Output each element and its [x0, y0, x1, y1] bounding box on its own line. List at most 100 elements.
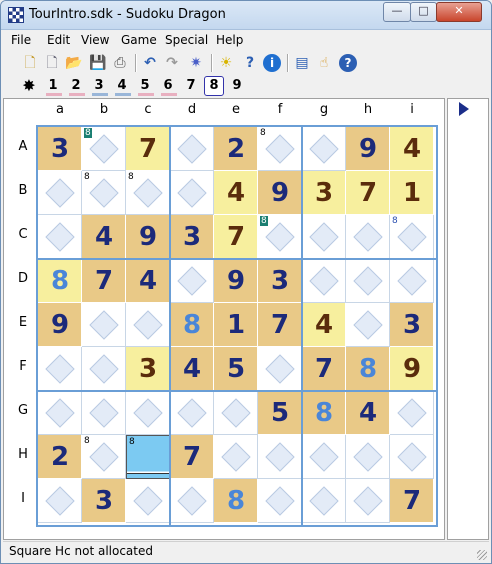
cell-Ab[interactable]: 8: [82, 127, 126, 171]
number-button-8[interactable]: 8: [204, 76, 224, 96]
number-button-5[interactable]: 5: [135, 76, 155, 96]
all-numbers-button[interactable]: ✸: [19, 76, 39, 96]
cell-Hc[interactable]: 8: [126, 435, 170, 479]
cell-Cb[interactable]: 4: [82, 215, 126, 259]
cell-Dd[interactable]: [170, 259, 214, 303]
menu-file[interactable]: File: [11, 33, 31, 47]
cell-Ge[interactable]: [214, 391, 258, 435]
menu-special[interactable]: Special: [165, 33, 208, 47]
menu-help[interactable]: Help: [216, 33, 243, 47]
cell-Ia[interactable]: [38, 479, 82, 523]
cell-Eb[interactable]: [82, 303, 126, 347]
number-button-6[interactable]: 6: [158, 76, 178, 96]
minimize-button[interactable]: —: [383, 2, 411, 22]
cell-Cd[interactable]: 3: [170, 215, 214, 259]
hint-icon[interactable]: ☀: [217, 54, 235, 72]
cell-Fe[interactable]: 5: [214, 347, 258, 391]
number-button-9[interactable]: 9: [227, 76, 247, 96]
close-button[interactable]: ✕: [436, 2, 482, 22]
cell-Hi[interactable]: [390, 435, 434, 479]
help-question-icon[interactable]: ?: [241, 54, 259, 72]
cell-Ef[interactable]: 7: [258, 303, 302, 347]
cell-Db[interactable]: 7: [82, 259, 126, 303]
cell-Dc[interactable]: 4: [126, 259, 170, 303]
cell-Bh[interactable]: 7: [346, 171, 390, 215]
cell-Di[interactable]: [390, 259, 434, 303]
maximize-button[interactable]: □: [410, 2, 437, 22]
number-button-2[interactable]: 2: [66, 76, 86, 96]
cell-Gh[interactable]: 4: [346, 391, 390, 435]
cell-Ac[interactable]: 7: [126, 127, 170, 171]
cell-Gd[interactable]: [170, 391, 214, 435]
info-icon[interactable]: i: [263, 54, 281, 72]
cell-Hb[interactable]: 8: [82, 435, 126, 479]
cell-Bc[interactable]: 8: [126, 171, 170, 215]
cell-Hg[interactable]: [302, 435, 346, 479]
cell-De[interactable]: 9: [214, 259, 258, 303]
cell-Bd[interactable]: [170, 171, 214, 215]
resize-grip-icon[interactable]: [477, 550, 487, 560]
cell-Hf[interactable]: [258, 435, 302, 479]
cell-Eg[interactable]: 4: [302, 303, 346, 347]
menu-game[interactable]: Game: [121, 33, 157, 47]
redo-icon[interactable]: ↷: [163, 54, 181, 72]
cell-Fd[interactable]: 4: [170, 347, 214, 391]
cell-Ic[interactable]: [126, 479, 170, 523]
cell-Ai[interactable]: 4: [390, 127, 434, 171]
cell-Cc[interactable]: 9: [126, 215, 170, 259]
menu-view[interactable]: View: [81, 33, 109, 47]
cell-Ee[interactable]: 1: [214, 303, 258, 347]
menu-edit[interactable]: Edit: [47, 33, 70, 47]
cell-Fg[interactable]: 7: [302, 347, 346, 391]
cell-Af[interactable]: 8: [258, 127, 302, 171]
cell-Aa[interactable]: 3: [38, 127, 82, 171]
cell-Ci[interactable]: 8: [390, 215, 434, 259]
cell-Fb[interactable]: [82, 347, 126, 391]
number-button-1[interactable]: 1: [43, 76, 63, 96]
cell-If[interactable]: [258, 479, 302, 523]
cell-Bi[interactable]: 1: [390, 171, 434, 215]
cell-Ib[interactable]: 3: [82, 479, 126, 523]
cell-Ff[interactable]: [258, 347, 302, 391]
title-bar[interactable]: TourIntro.sdk - Sudoku Dragon — □ ✕: [1, 1, 491, 30]
cell-Ga[interactable]: [38, 391, 82, 435]
cell-Ah[interactable]: 9: [346, 127, 390, 171]
cell-Gb[interactable]: [82, 391, 126, 435]
number-button-3[interactable]: 3: [89, 76, 109, 96]
blank-icon[interactable]: 🗋: [43, 54, 61, 72]
expand-arrow-icon[interactable]: [459, 102, 469, 116]
notes-icon[interactable]: ▤: [293, 54, 311, 72]
cell-Ha[interactable]: 2: [38, 435, 82, 479]
cell-Ei[interactable]: 3: [390, 303, 434, 347]
cell-Da[interactable]: 8: [38, 259, 82, 303]
cell-Bg[interactable]: 3: [302, 171, 346, 215]
cell-Gg[interactable]: 8: [302, 391, 346, 435]
settings-icon[interactable]: ✷: [187, 54, 205, 72]
cell-Ih[interactable]: [346, 479, 390, 523]
number-button-4[interactable]: 4: [112, 76, 132, 96]
cell-Cg[interactable]: [302, 215, 346, 259]
open-icon[interactable]: 📂: [65, 54, 83, 72]
cell-Id[interactable]: [170, 479, 214, 523]
print-icon[interactable]: ⎙: [111, 54, 129, 72]
cell-Dg[interactable]: [302, 259, 346, 303]
about-icon[interactable]: ?: [339, 54, 357, 72]
cell-Ad[interactable]: [170, 127, 214, 171]
cell-Ce[interactable]: 7: [214, 215, 258, 259]
hand-icon[interactable]: ☝: [315, 54, 333, 72]
cell-Ec[interactable]: [126, 303, 170, 347]
cell-Ca[interactable]: [38, 215, 82, 259]
cell-Bb[interactable]: 8: [82, 171, 126, 215]
cell-Eh[interactable]: [346, 303, 390, 347]
cell-Gc[interactable]: [126, 391, 170, 435]
cell-Bf[interactable]: 9: [258, 171, 302, 215]
cell-Ba[interactable]: [38, 171, 82, 215]
cell-Cf[interactable]: 8: [258, 215, 302, 259]
cell-Ch[interactable]: [346, 215, 390, 259]
cell-Ig[interactable]: [302, 479, 346, 523]
cell-Fa[interactable]: [38, 347, 82, 391]
cell-Ea[interactable]: 9: [38, 303, 82, 347]
cell-Ae[interactable]: 2: [214, 127, 258, 171]
cell-Ii[interactable]: 7: [390, 479, 434, 523]
cell-He[interactable]: [214, 435, 258, 479]
